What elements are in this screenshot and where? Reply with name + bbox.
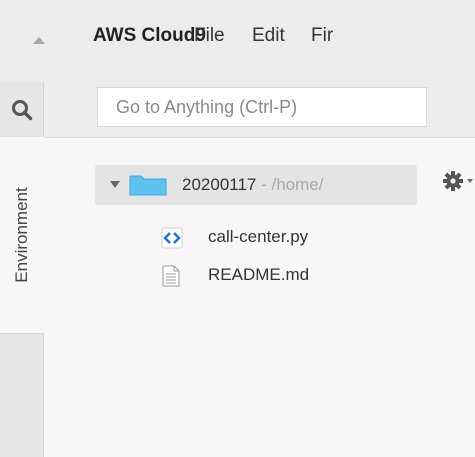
expand-triangle-icon[interactable] (110, 181, 120, 188)
menu-edit[interactable]: Edit (252, 25, 285, 47)
search-bar (44, 82, 475, 138)
menu-find[interactable]: Fir (311, 25, 333, 47)
environment-tab-label: Environment (12, 187, 31, 283)
go-to-anything-input[interactable] (97, 87, 427, 127)
text-file-icon (162, 265, 180, 287)
python-file-icon (161, 227, 183, 249)
menu-file[interactable]: File (194, 25, 225, 47)
tree-root-folder[interactable]: 20200117 - /home/ (95, 165, 417, 205)
file-tree: 20200117 - /home/ call-center.py README.… (44, 138, 475, 457)
root-folder-name: 20200117 (182, 175, 257, 194)
tree-file-readme[interactable]: README.md (161, 260, 391, 292)
menubar: AWS Cloud9 File Edit Fir (0, 0, 475, 83)
file-name: call-center.py (208, 227, 309, 246)
chevron-down-icon (467, 179, 473, 183)
left-rail: Environment (0, 82, 44, 457)
collapse-menubar-icon[interactable] (33, 37, 45, 44)
root-folder-path: - /home/ (256, 175, 324, 194)
tree-settings-button[interactable] (442, 170, 473, 192)
root-folder-label: 20200117 - /home/ (182, 175, 323, 195)
search-rail-button[interactable] (0, 82, 43, 137)
gear-icon (443, 171, 463, 191)
environment-tab[interactable]: Environment (0, 137, 44, 333)
search-icon (11, 99, 32, 120)
app-menu-brand[interactable]: AWS Cloud9 (93, 25, 206, 47)
rail-divider (0, 333, 43, 334)
folder-icon (129, 175, 167, 196)
tree-file-call-center[interactable]: call-center.py (161, 222, 391, 254)
file-name: README.md (208, 265, 310, 284)
